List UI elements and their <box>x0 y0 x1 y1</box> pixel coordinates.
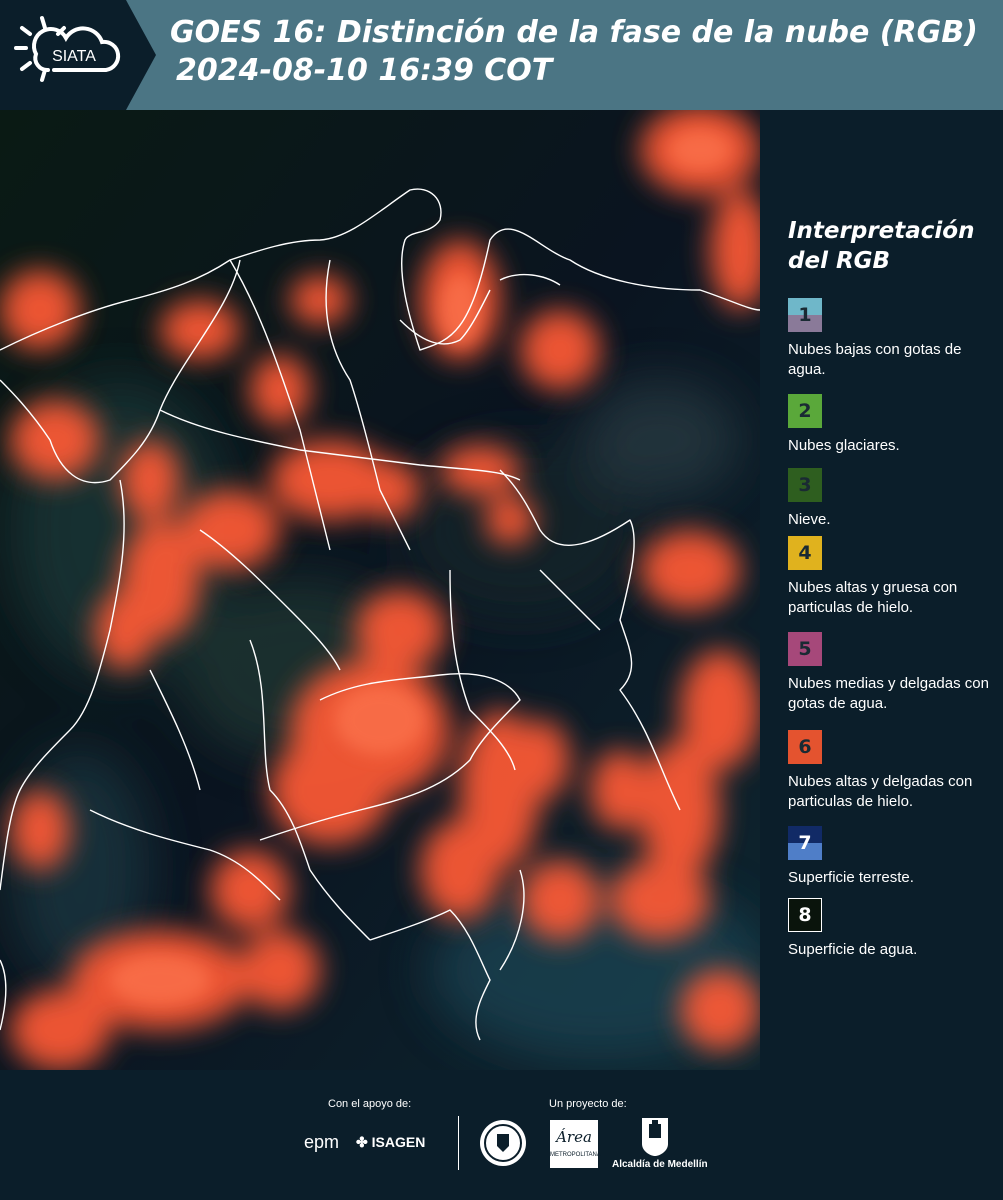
legend-label-4: Nubes altas y gruesa con particulas de h… <box>788 579 958 616</box>
legend-title-line-1: Interpretación <box>788 218 975 244</box>
title-line-1: GOES 16: Distinción de la fase de la nub… <box>170 15 978 50</box>
isagen-logo: ✤ ISAGEN <box>356 1134 425 1151</box>
legend-label-8: Superficie de agua. <box>788 941 918 958</box>
legend-label-3: Nieve. <box>788 511 831 528</box>
legend-item-5: 5 Nubes medias y delgadas con gotas de ag… <box>788 632 998 714</box>
seal-logo-icon <box>480 1120 526 1166</box>
legend-item-2: 2 Nubes glaciares. <box>788 394 998 456</box>
alcaldia-label: Alcaldía de Medellín <box>612 1159 708 1170</box>
footer-divider <box>458 1116 459 1170</box>
satellite-map <box>0 110 760 1070</box>
epm-logo: epm <box>304 1132 340 1152</box>
legend-swatch-8: 8 <box>788 898 822 932</box>
header-bar: SIATA GOES 16: Distinción de la fase de … <box>0 0 1003 110</box>
legend-item-6: 6 Nubes altas y delgadas con particulas d… <box>788 730 998 812</box>
legend-label-7: Superficie terreste. <box>788 869 914 886</box>
legend-swatch-5: 5 <box>788 632 822 666</box>
legend-swatch-6: 6 <box>788 730 822 764</box>
legend-label-5: Nubes medias y delgadas con gotas de agu… <box>788 675 989 712</box>
legend-swatch-7: 7 <box>788 826 822 860</box>
legend-panel: Interpretación del RGB 1 Nubes bajas con … <box>760 110 1003 1070</box>
area-metropolitana-logo: Área METROPOLITANA <box>550 1120 601 1168</box>
isagen-text: ISAGEN <box>371 1134 426 1150</box>
support-label: Con el apoyo de: <box>328 1098 412 1110</box>
medellin-shield-icon <box>642 1118 668 1156</box>
legend-item-1: 1 Nubes bajas con gotas de agua. <box>788 298 998 380</box>
isagen-icon: ✤ <box>356 1134 372 1150</box>
legend-item-7: 7 Superficie terreste. <box>788 826 998 888</box>
title-line-2: 2024-08-10 16:39 COT <box>176 53 553 88</box>
legend-item-3: 3 Nieve. <box>788 468 998 530</box>
siata-logo: SIATA <box>0 0 156 110</box>
legend-item-4: 4 Nubes altas y gruesa con particulas de … <box>788 536 998 618</box>
legend-swatch-4: 4 <box>788 536 822 570</box>
sun-cloud-icon: SIATA <box>14 16 121 82</box>
project-label: Un proyecto de: <box>549 1098 627 1110</box>
legend-swatch-2: 2 <box>788 394 822 428</box>
legend-item-8: 8 Superficie de agua. <box>788 898 998 960</box>
legend-title: Interpretación del RGB <box>788 216 974 276</box>
area-logo-sub: METROPOLITANA <box>550 1152 601 1158</box>
legend-swatch-1: 1 <box>788 298 822 332</box>
logo-text: SIATA <box>52 48 96 65</box>
legend-label-6: Nubes altas y delgadas con particulas de… <box>788 773 973 810</box>
page-title: GOES 16: Distinción de la fase de la nub… <box>170 14 978 90</box>
satellite-image <box>0 110 760 1070</box>
legend-label-1: Nubes bajas con gotas de agua. <box>788 341 962 378</box>
area-logo-text: Área <box>556 1128 592 1146</box>
legend-title-line-2: del RGB <box>788 248 891 274</box>
legend-label-2: Nubes glaciares. <box>788 437 900 454</box>
legend-swatch-3: 3 <box>788 468 822 502</box>
footer: Con el apoyo de: epm ✤ ISAGEN Un proyect… <box>0 1070 1003 1200</box>
